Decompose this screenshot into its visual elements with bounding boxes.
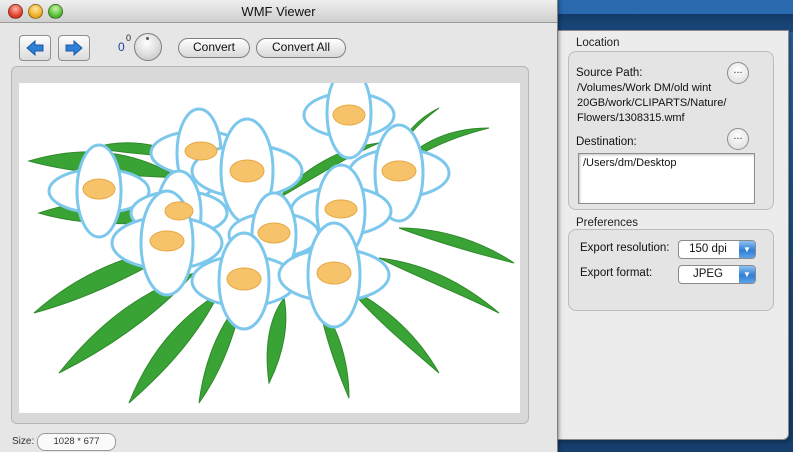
preferences-group: Export resolution: 150 dpi ▼ Export form…: [568, 229, 774, 311]
export-resolution-value: 150 dpi: [689, 243, 727, 255]
preferences-group-title: Preferences: [576, 217, 639, 229]
location-group: Source Path: ... /Volumes/Work DM/old wi…: [568, 51, 774, 210]
destination-field[interactable]: /Users/dm/Desktop: [578, 153, 755, 204]
preview-frame: [11, 66, 529, 424]
export-format-value: JPEG: [692, 268, 724, 280]
export-resolution-popup[interactable]: 150 dpi ▼: [678, 240, 756, 259]
previous-button[interactable]: [19, 35, 51, 61]
size-label: Size:: [12, 436, 35, 447]
title-bar[interactable]: WMF Viewer: [0, 0, 557, 23]
location-group-title: Location: [576, 37, 620, 49]
window-title: WMF Viewer: [241, 4, 316, 19]
popup-arrows-icon: ▼: [739, 241, 755, 258]
arrow-right-icon: [65, 40, 83, 56]
preferences-drawer: Location Source Path: ... /Volumes/Work …: [556, 30, 789, 440]
destination-browse-button[interactable]: ...: [727, 128, 749, 150]
source-path-label: Source Path:: [576, 67, 643, 79]
size-value-field: 1028 * 677: [37, 433, 116, 451]
source-path-text: /Volumes/Work DM/old wint 20GB/work/CLIP…: [577, 82, 727, 124]
export-resolution-label: Export resolution:: [580, 242, 670, 254]
flowers-clipart-image: [27, 66, 515, 404]
image-preview[interactable]: [19, 66, 520, 413]
convert-all-button[interactable]: Convert All: [256, 38, 346, 58]
main-window: WMF Viewer 0 0 Convert Convert All Size:…: [0, 0, 558, 452]
arrow-left-icon: [26, 40, 44, 56]
export-format-popup[interactable]: JPEG ▼: [678, 265, 756, 284]
destination-label: Destination:: [576, 136, 637, 148]
rotation-superscript: 0: [126, 33, 132, 43]
next-button[interactable]: [58, 35, 90, 61]
rotation-knob[interactable]: [134, 33, 162, 61]
popup-arrows-icon: ▼: [739, 266, 755, 283]
rotation-value: 0: [118, 40, 125, 54]
export-format-label: Export format:: [580, 267, 653, 279]
convert-button[interactable]: Convert: [178, 38, 250, 58]
